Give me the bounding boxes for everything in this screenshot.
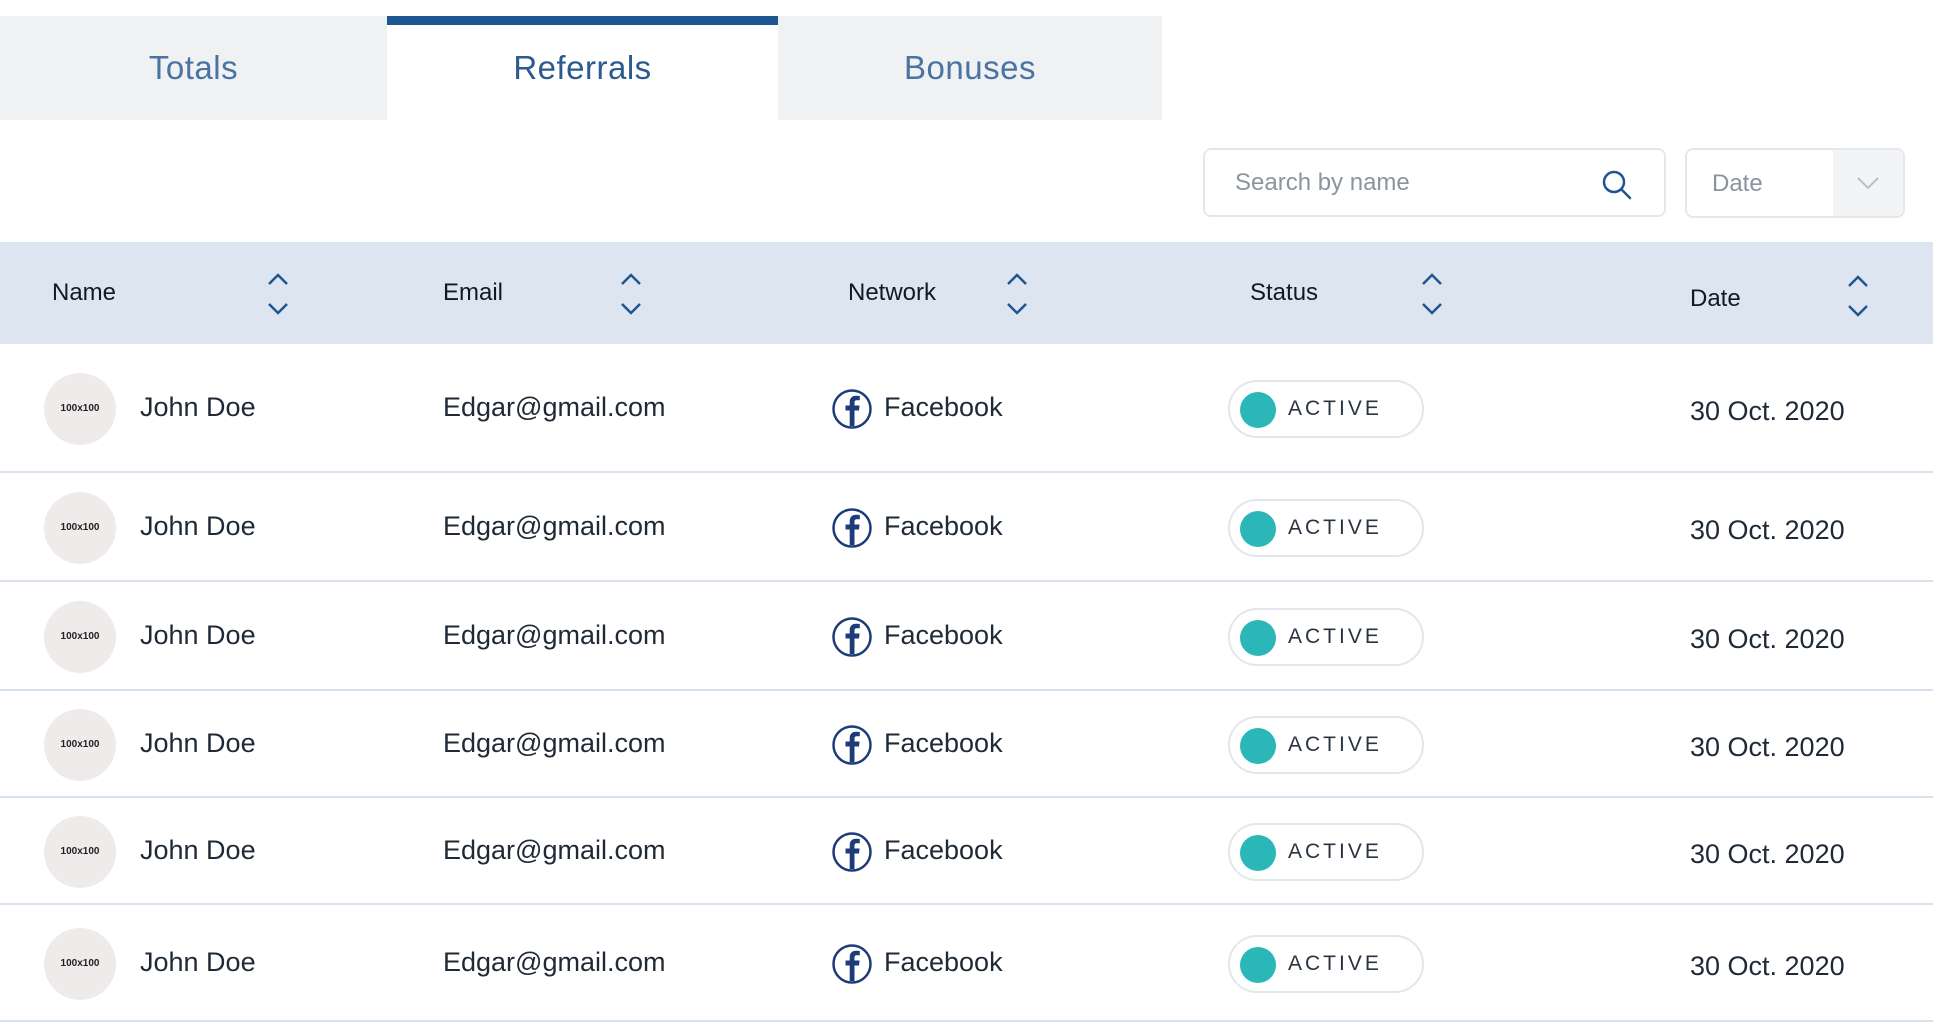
- search-box: [1203, 148, 1666, 217]
- avatar: 100x100: [44, 372, 116, 445]
- status-badge: ACTIVE: [1228, 715, 1424, 774]
- status-badge: ACTIVE: [1228, 607, 1424, 666]
- referral-name: John Doe: [140, 510, 256, 541]
- facebook-icon: [832, 507, 872, 548]
- referral-date: 30 Oct. 2020: [1690, 514, 1845, 545]
- referral-email: Edgar@gmail.com: [443, 391, 666, 422]
- chevron-down-icon[interactable]: [1833, 150, 1903, 216]
- table-row[interactable]: 100x100 John Doe Edgar@gmail.com Faceboo…: [0, 691, 1933, 798]
- status-label: ACTIVE: [1288, 951, 1382, 975]
- sort-network-icon[interactable]: [1005, 272, 1029, 316]
- referral-name: John Doe: [140, 391, 256, 422]
- referral-date: 30 Oct. 2020: [1690, 838, 1845, 869]
- referral-network: Facebook: [884, 391, 1003, 422]
- tab-bar: Totals Referrals Bonuses: [0, 16, 1162, 120]
- facebook-icon: [832, 616, 872, 657]
- status-badge: ACTIVE: [1228, 379, 1424, 438]
- column-header-name[interactable]: Name: [52, 242, 116, 344]
- search-icon[interactable]: [1600, 168, 1634, 202]
- tab-totals[interactable]: Totals: [0, 16, 387, 120]
- status-label: ACTIVE: [1288, 624, 1382, 648]
- facebook-icon: [832, 724, 872, 765]
- referral-network: Facebook: [884, 946, 1003, 977]
- referral-name: John Doe: [140, 619, 256, 650]
- sort-email-icon[interactable]: [619, 272, 643, 316]
- table-row[interactable]: 100x100 John Doe Edgar@gmail.com Faceboo…: [0, 798, 1933, 905]
- referral-network: Facebook: [884, 834, 1003, 865]
- status-label: ACTIVE: [1288, 396, 1382, 420]
- status-badge: ACTIVE: [1228, 498, 1424, 557]
- referral-email: Edgar@gmail.com: [443, 727, 666, 758]
- status-badge: ACTIVE: [1228, 934, 1424, 993]
- referral-name: John Doe: [140, 834, 256, 865]
- table-row[interactable]: 100x100 John Doe Edgar@gmail.com Faceboo…: [0, 905, 1933, 1022]
- avatar: 100x100: [44, 927, 116, 1000]
- table-header: Name Email Network Status Date: [0, 242, 1933, 344]
- search-input[interactable]: [1235, 162, 1585, 204]
- column-header-email[interactable]: Email: [443, 242, 503, 344]
- status-label: ACTIVE: [1288, 732, 1382, 756]
- status-dot-icon: [1240, 834, 1276, 871]
- sort-status-icon[interactable]: [1420, 272, 1444, 316]
- referral-email: Edgar@gmail.com: [443, 834, 666, 865]
- tab-bonuses[interactable]: Bonuses: [778, 16, 1162, 120]
- avatar: 100x100: [44, 491, 116, 564]
- facebook-icon: [832, 831, 872, 872]
- referral-email: Edgar@gmail.com: [443, 946, 666, 977]
- referral-date: 30 Oct. 2020: [1690, 395, 1845, 426]
- referral-date: 30 Oct. 2020: [1690, 950, 1845, 981]
- status-dot-icon: [1240, 619, 1276, 656]
- column-header-date[interactable]: Date: [1690, 248, 1741, 350]
- avatar: 100x100: [44, 815, 116, 888]
- referral-network: Facebook: [884, 510, 1003, 541]
- referral-name: John Doe: [140, 946, 256, 977]
- status-dot-icon: [1240, 727, 1276, 764]
- date-filter-label: Date: [1712, 170, 1763, 197]
- status-label: ACTIVE: [1288, 515, 1382, 539]
- table-row[interactable]: 100x100 John Doe Edgar@gmail.com Faceboo…: [0, 473, 1933, 582]
- referral-network: Facebook: [884, 619, 1003, 650]
- date-filter-select[interactable]: Date: [1685, 148, 1905, 218]
- status-dot-icon: [1240, 946, 1276, 983]
- column-header-network[interactable]: Network: [848, 242, 936, 344]
- table-row[interactable]: 100x100 John Doe Edgar@gmail.com Faceboo…: [0, 344, 1933, 473]
- referral-date: 30 Oct. 2020: [1690, 731, 1845, 762]
- referral-name: John Doe: [140, 727, 256, 758]
- status-label: ACTIVE: [1288, 839, 1382, 863]
- referral-date: 30 Oct. 2020: [1690, 623, 1845, 654]
- status-dot-icon: [1240, 391, 1276, 428]
- facebook-icon: [832, 943, 872, 984]
- status-dot-icon: [1240, 510, 1276, 547]
- referral-email: Edgar@gmail.com: [443, 619, 666, 650]
- referral-email: Edgar@gmail.com: [443, 510, 666, 541]
- sort-date-icon[interactable]: [1846, 274, 1870, 318]
- status-badge: ACTIVE: [1228, 822, 1424, 881]
- table-row[interactable]: 100x100 John Doe Edgar@gmail.com Faceboo…: [0, 582, 1933, 691]
- sort-name-icon[interactable]: [266, 272, 290, 316]
- tab-referrals[interactable]: Referrals: [387, 16, 778, 120]
- referral-network: Facebook: [884, 727, 1003, 758]
- facebook-icon: [832, 388, 872, 429]
- avatar: 100x100: [44, 600, 116, 673]
- avatar: 100x100: [44, 708, 116, 781]
- column-header-status[interactable]: Status: [1250, 242, 1318, 344]
